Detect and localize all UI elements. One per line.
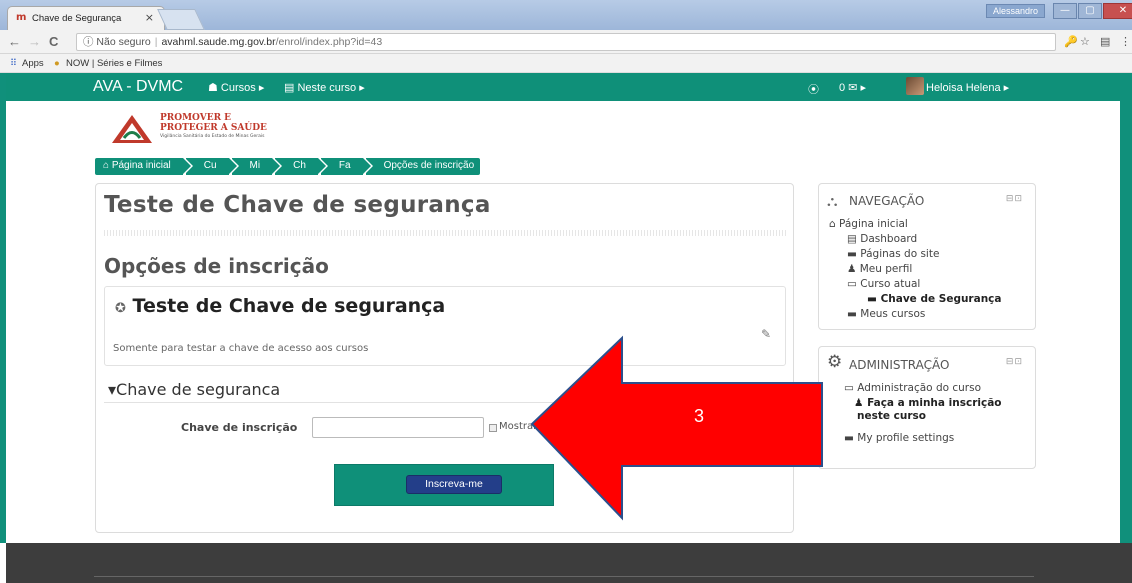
browser-titlebar: m Chave de Segurança × Alessandro — ▢ ✕ [0, 0, 1132, 30]
course-box: ✪ Teste de Chave de segurança ✎ Somente … [104, 286, 786, 366]
administration-title: ADMINISTRAÇÃO [849, 358, 950, 372]
nav-item-current-course[interactable]: ▭ Curso atual [847, 277, 920, 293]
url-host: avahml.saude.mg.gov.br [161, 36, 276, 48]
annotation-number: 3 [694, 406, 705, 426]
divider [104, 230, 786, 236]
moodle-favicon-icon: m [16, 12, 27, 23]
site-brand[interactable]: AVA - DVMC [93, 78, 183, 96]
logo-mark-icon [112, 115, 152, 143]
tab-title: Chave de Segurança [32, 13, 122, 24]
star-icon[interactable]: ☆ [1080, 35, 1090, 48]
apps-grid-icon: ⠿ [10, 58, 17, 69]
breadcrumb-home[interactable]: ⌂ Página inicial [95, 158, 193, 175]
page-title: Teste de Chave de segurança [104, 192, 491, 218]
bookmark-apps[interactable]: Apps [22, 58, 44, 69]
legend-divider [104, 402, 786, 403]
browser-tab[interactable]: m Chave de Segurança × [7, 6, 165, 30]
admin-item-enrol-me-cont[interactable]: neste curso [857, 409, 926, 425]
close-window-icon[interactable]: ✕ [1103, 3, 1132, 19]
show-key-checkbox[interactable] [489, 424, 497, 432]
user-menu[interactable]: Heloisa Helena ▸ [926, 81, 1009, 94]
messages-menu[interactable]: 0 ✉ ▸ [839, 81, 866, 94]
navigation-title: NAVEGAÇÃO [849, 194, 925, 208]
nav-item-home[interactable]: ⌂ Página inicial [829, 217, 908, 233]
admin-item-profile-settings[interactable]: ▬ My profile settings [844, 431, 954, 447]
window-controls: — ▢ ✕ [1052, 3, 1132, 19]
site-logo[interactable]: PROMOVER E PROTEGER A SAÚDE Vigilância S… [110, 110, 285, 150]
menu-icon[interactable]: ⋮ [1120, 35, 1131, 48]
tab-close-icon[interactable]: × [145, 11, 154, 24]
url-input[interactable]: ⓘ Não seguro | avahml.saude.mg.gov.br/enro… [76, 33, 1056, 51]
courses-menu[interactable]: ☗ Cursos ▸ [208, 81, 264, 94]
course-summary: Somente para testar a chave de acesso ao… [113, 343, 369, 354]
key-icon[interactable]: 🔑 [1064, 35, 1078, 48]
page-frame-right [1120, 73, 1132, 543]
edit-icon[interactable]: ✎ [761, 327, 771, 341]
enrolment-key-input[interactable] [312, 417, 484, 438]
course-icon: ✪ [115, 301, 126, 316]
enrol-me-button[interactable]: Inscreva-me [406, 475, 502, 494]
block-controls-icon[interactable]: ⊟⊡ [1006, 194, 1023, 204]
breadcrumb: ⌂ Página inicial Cu Mi Ch Fa Opções de i… [95, 158, 483, 175]
sitemap-icon: ⛬ [827, 192, 838, 210]
reload-icon[interactable]: C [49, 34, 58, 49]
navigation-block: ⛬ NAVEGAÇÃO ⊟⊡ ⌂ Página inicial ▤ Dashbo… [818, 183, 1036, 330]
nav-item-dashboard[interactable]: ▤ Dashboard [847, 232, 917, 248]
submit-area: Inscreva-me [334, 464, 554, 506]
admin-item-course-admin[interactable]: ▭ Administração do curso [844, 381, 981, 397]
address-bar: ← → C ⓘ Não seguro | avahml.saude.mg.gov.b… [0, 30, 1132, 54]
avatar[interactable] [906, 77, 924, 95]
breadcrumb-current[interactable]: Opções de inscrição [365, 158, 481, 175]
maximize-icon[interactable]: ▢ [1078, 3, 1102, 19]
nav-item-course[interactable]: ▬ Chave de Segurança [867, 292, 1001, 308]
forward-icon[interactable]: → [28, 34, 41, 49]
extension-icon[interactable]: ▤ [1100, 35, 1110, 48]
clock-icon[interactable]: ⦿ [808, 81, 819, 97]
gears-icon: ⚙ [827, 352, 843, 372]
security-indicator[interactable]: ⓘ Não seguro [83, 36, 151, 48]
nav-item-my-courses[interactable]: ▬ Meus cursos [847, 307, 925, 323]
bookmark-icon: ● [54, 58, 60, 69]
bookmarks-bar: ⠿ Apps ● NOW | Séries e Filmes [0, 54, 1132, 73]
site-navbar: AVA - DVMC ☗ Cursos ▸ ▤ Neste curso ▸ ⦿ … [6, 73, 1120, 101]
nav-item-site-pages[interactable]: ▬ Páginas do site [847, 247, 939, 263]
nav-item-profile[interactable]: ♟ Meu perfil [847, 262, 912, 278]
show-key-label[interactable]: Mostrar [499, 421, 537, 432]
minimize-icon[interactable]: — [1053, 3, 1077, 19]
this-course-menu[interactable]: ▤ Neste curso ▸ [284, 81, 365, 94]
url-path: /enrol/index.php?id=43 [275, 36, 383, 48]
bookmark-now[interactable]: NOW | Séries e Filmes [66, 58, 162, 69]
block-controls-icon[interactable]: ⊟⊡ [1006, 357, 1023, 367]
form-legend[interactable]: ▾Chave de seguranca [108, 380, 280, 399]
enrolment-key-label: Chave de inscrição [181, 421, 298, 434]
page-frame-left [0, 73, 6, 543]
course-name[interactable]: ✪ Teste de Chave de segurança [115, 295, 445, 317]
page-footer [6, 543, 1132, 583]
browser-profile-badge[interactable]: Alessandro [986, 4, 1046, 18]
administration-block: ⚙ ADMINISTRAÇÃO ⊟⊡ ▭ Administração do cu… [818, 346, 1036, 469]
section-heading: Opções de inscrição [104, 254, 329, 278]
footer-divider [94, 576, 1034, 577]
main-content: Teste de Chave de segurança Opções de in… [95, 183, 794, 533]
back-icon[interactable]: ← [8, 34, 21, 49]
